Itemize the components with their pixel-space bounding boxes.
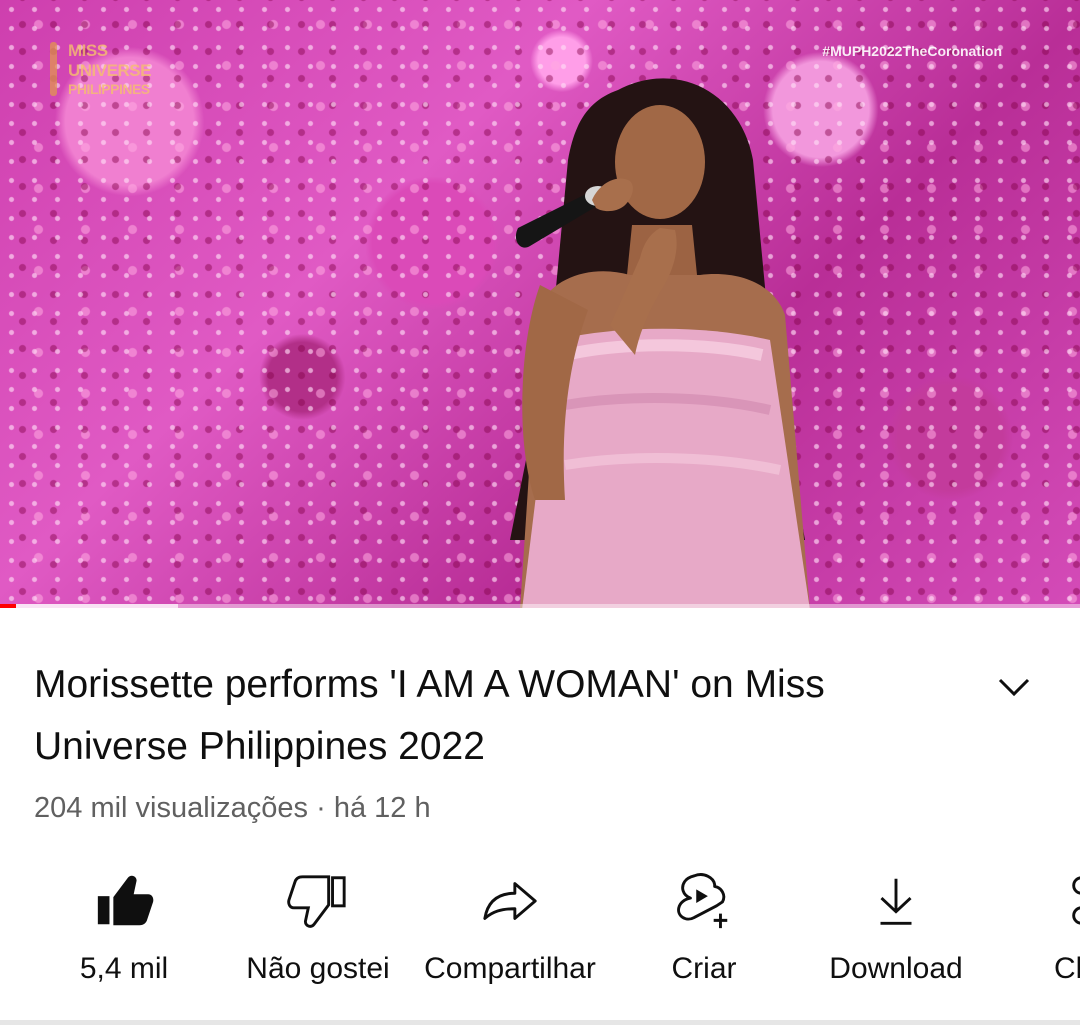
expand-description-button[interactable] [990,666,1038,708]
share-arrow-icon [483,882,537,920]
clip-label: Cl [1054,952,1080,985]
clip-scissors-icon [1072,876,1080,925]
video-title[interactable]: Morissette performs 'I AM A WOMAN' on Mi… [34,654,934,778]
thumbs-down-icon [287,875,346,928]
section-divider [0,1020,1080,1025]
create-label: Criar [671,952,737,985]
clip-button[interactable]: Cl [1040,860,1080,1000]
create-button[interactable]: Criar [644,860,764,1000]
thumbs-up-filled-icon [97,875,154,926]
svg-text:MISS: MISS [68,41,108,60]
svg-text:PHILIPPINES: PHILIPPINES [68,81,150,97]
download-button[interactable]: Download [814,860,978,1000]
dislike-button[interactable]: Não gostei [234,860,402,1000]
event-hashtag: #MUPH2022TheCoronation [822,43,1002,59]
share-label: Compartilhar [424,952,596,985]
view-count: 204 mil visualizações [34,792,309,824]
svg-text:UNIVERSE: UNIVERSE [68,61,151,80]
video-player[interactable]: MISS UNIVERSE PHILIPPINES #MUPH2022TheCo… [0,0,1080,608]
performer-image [510,78,810,608]
download-label: Download [829,952,963,985]
played-progress [0,604,17,608]
like-button[interactable]: 5,4 mil [64,860,184,1000]
chevron-down-icon [998,678,1030,697]
share-button[interactable]: Compartilhar [410,860,610,1000]
video-progress-bar[interactable] [0,604,1080,608]
upload-age: há 12 h [333,792,431,824]
dislike-label: Não gostei [246,952,390,985]
miss-universe-logo: MISS UNIVERSE PHILIPPINES [48,38,172,102]
buffered-progress [0,604,179,608]
video-metadata: 204 mil visualizações · há 12 h [34,790,431,826]
download-icon [880,878,912,925]
meta-separator: · [316,792,326,824]
video-action-bar: 5,4 mil Não gostei Compartilhar Criar Do… [0,860,1080,1000]
like-count: 5,4 mil [79,952,169,985]
create-shorts-icon [677,873,728,929]
